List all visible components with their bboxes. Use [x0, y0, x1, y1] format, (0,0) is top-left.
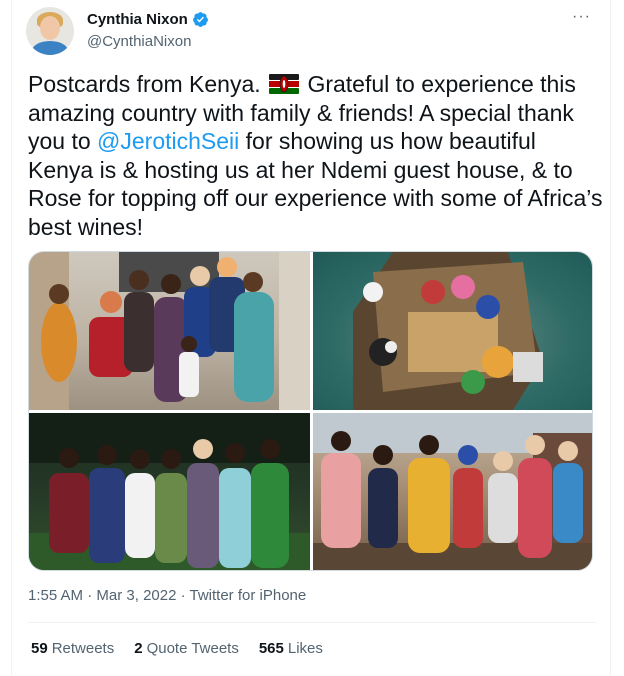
tweet-time[interactable]: 1:55 AM: [28, 587, 83, 604]
media-grid: [28, 251, 593, 571]
quote-tweets-count: 2: [134, 640, 143, 657]
author-name[interactable]: Cynthia Nixon: [87, 11, 188, 28]
photo-2[interactable]: [313, 252, 592, 410]
likes-label: Likes: [287, 640, 323, 657]
likes-stat[interactable]: 565 Likes: [259, 640, 323, 657]
tweet-text: Postcards from Kenya. Grateful to experi…: [28, 70, 603, 241]
photo-1[interactable]: [29, 252, 310, 410]
photo-4-drawing: [313, 413, 592, 570]
quote-tweets-label: Quote Tweets: [146, 640, 239, 657]
author-name-row[interactable]: Cynthia Nixon: [87, 11, 209, 28]
photo-1-drawing: [29, 252, 310, 410]
engagement-stats: 59 Retweets 2 Quote Tweets 565 Likes: [31, 640, 323, 657]
tweet-text-part1: Postcards from Kenya.: [28, 71, 261, 97]
separator: ·: [83, 587, 97, 604]
kenya-flag-icon: [269, 74, 300, 94]
more-options-button[interactable]: ···: [572, 8, 591, 26]
quote-tweets-stat[interactable]: 2 Quote Tweets: [134, 640, 239, 657]
mention-link[interactable]: @JerotichSeii: [97, 128, 239, 154]
photo-2-drawing: [353, 252, 543, 410]
author-handle[interactable]: @CynthiaNixon: [87, 33, 191, 50]
timestamp-row: 1:55 AM · Mar 3, 2022 · Twitter for iPho…: [28, 587, 306, 604]
avatar[interactable]: [26, 7, 74, 55]
tweet-date[interactable]: Mar 3, 2022: [96, 587, 176, 604]
photo-3-drawing: [29, 413, 310, 570]
divider: [28, 622, 596, 623]
likes-count: 565: [258, 640, 284, 657]
avatar-face: [40, 16, 60, 40]
retweets-stat[interactable]: 59 Retweets: [31, 640, 114, 657]
tweet-source[interactable]: Twitter for iPhone: [190, 587, 307, 604]
verified-badge-icon: [192, 12, 208, 27]
retweets-count: 59: [31, 640, 48, 657]
avatar-body: [32, 41, 68, 55]
separator: ·: [176, 587, 190, 604]
retweets-label: Retweets: [51, 640, 115, 657]
photo-3[interactable]: [29, 413, 310, 570]
photo-4[interactable]: [313, 413, 592, 570]
